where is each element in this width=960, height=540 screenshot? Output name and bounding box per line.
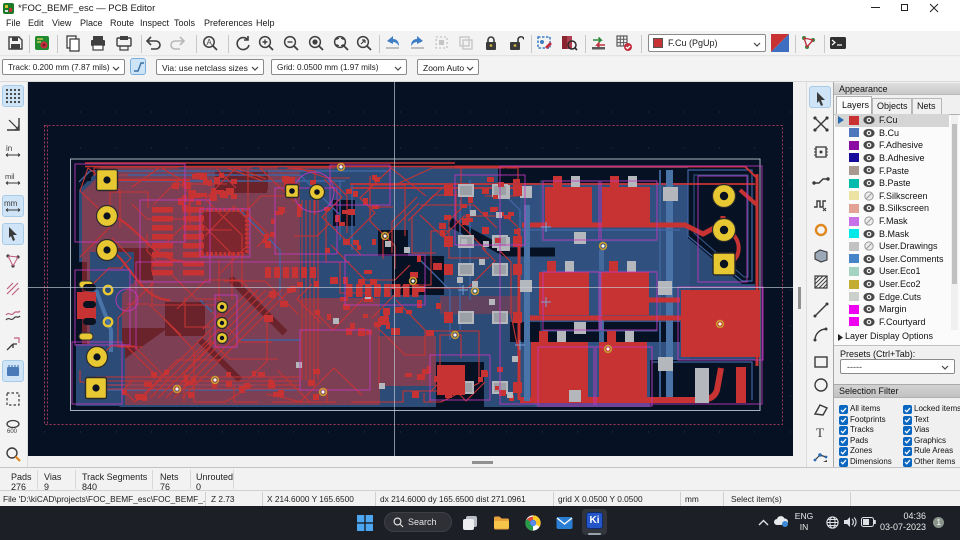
svg-text:T: T [816, 425, 824, 440]
svg-text:mil: mil [5, 172, 15, 181]
svg-text:A: A [207, 38, 213, 47]
svg-text:in: in [6, 144, 12, 153]
svg-text:600: 600 [7, 429, 18, 435]
svg-text:mm: mm [4, 199, 18, 208]
